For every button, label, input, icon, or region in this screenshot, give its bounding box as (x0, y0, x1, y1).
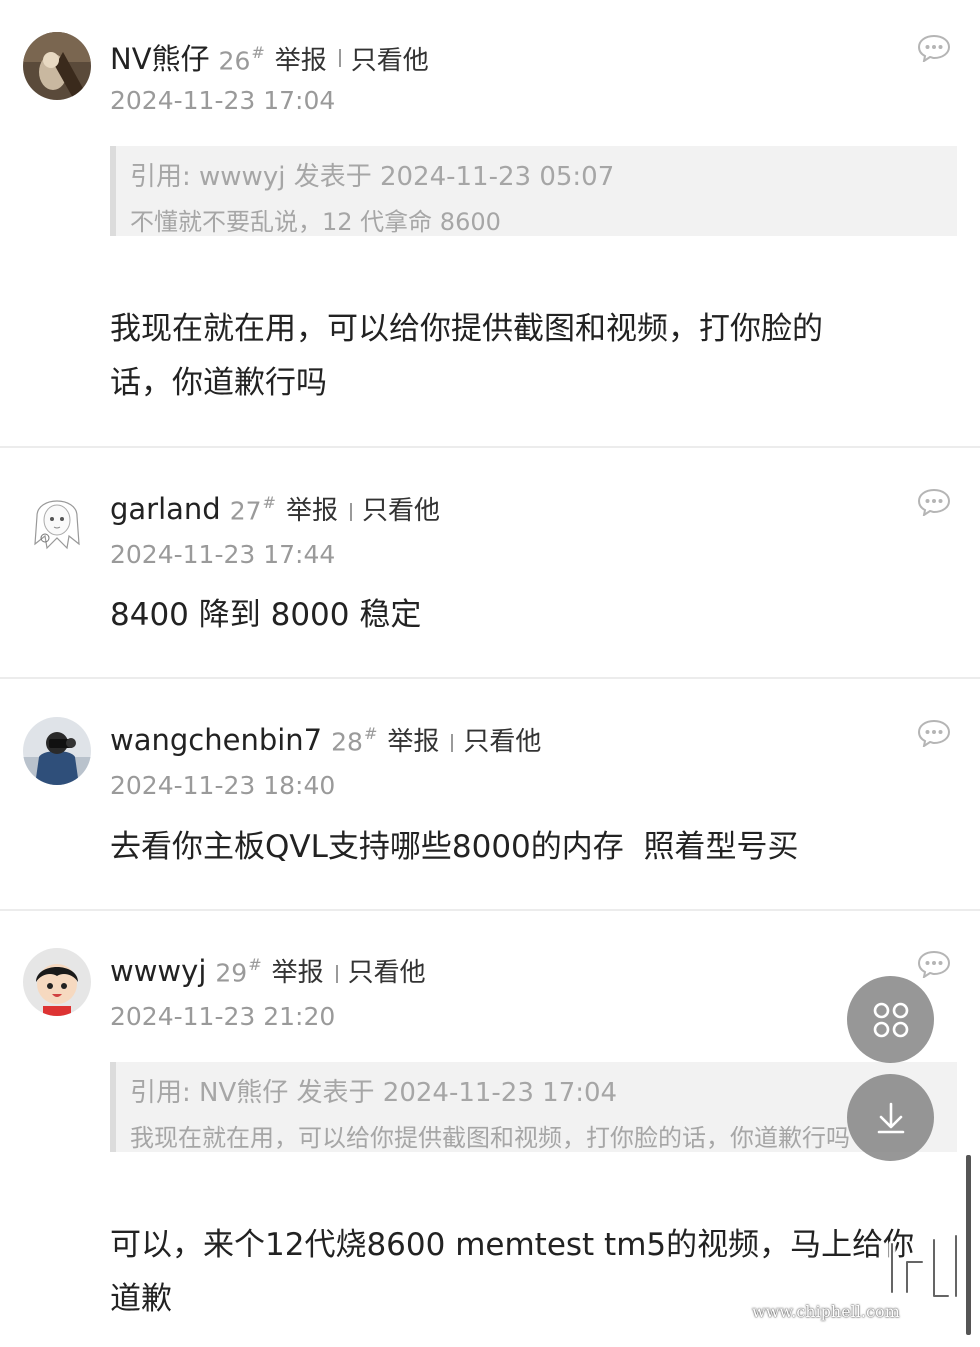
report-link[interactable]: 举报 (275, 40, 327, 77)
username[interactable]: garland (110, 492, 221, 526)
report-link[interactable]: 举报 (272, 952, 324, 989)
post-divider (0, 446, 980, 448)
post-header: wangchenbin7 28# 举报 只看他 (110, 721, 541, 761)
only-view-link[interactable]: 只看他 (351, 40, 429, 77)
content-line: 8400 降到 8000 稳定 (110, 597, 422, 633)
only-view-link[interactable]: 只看他 (348, 952, 426, 989)
avatar[interactable] (23, 948, 91, 1016)
username[interactable]: wangchenbin7 (110, 723, 322, 757)
floor-number: 27# (229, 492, 276, 525)
only-view-link[interactable]: 只看他 (362, 490, 440, 527)
post-time: 2024-11-23 21:20 (110, 1002, 336, 1031)
comment-bubble-icon[interactable] (917, 950, 951, 978)
comment-bubble-icon[interactable] (917, 488, 951, 516)
post-time: 2024-11-23 18:40 (110, 771, 336, 800)
post-header: garland 27# 举报 只看他 (110, 490, 440, 530)
divider (349, 503, 352, 521)
quote-text: 我现在就在用，可以给你提供截图和视频，打你脸的话，你道歉行吗 (130, 1124, 850, 1152)
post-content: 我现在就在用，可以给你提供截图和视频，打你脸的 话，你道歉行吗 (110, 302, 920, 410)
arrow-down-icon (877, 1102, 904, 1133)
divider (451, 734, 454, 752)
post-header: wwwyj 29# 举报 只看他 (110, 952, 426, 992)
avatar[interactable] (23, 32, 91, 100)
floor-number: 26# (218, 42, 265, 75)
post-content: 去看你主板QVL支持哪些8000的内存 照着型号买 (110, 820, 920, 874)
quote-text: 不懂就不要乱说，12 代拿命 8600 (130, 208, 501, 236)
divider (335, 965, 338, 983)
username[interactable]: NV熊仔 (110, 36, 210, 78)
avatar-image (23, 717, 91, 785)
comment-bubble-icon[interactable] (917, 34, 951, 62)
floor-number: 28# (331, 723, 378, 756)
avatar-image (23, 32, 91, 100)
avatar-image (23, 948, 91, 1016)
menu-fab-button[interactable] (847, 976, 934, 1063)
username[interactable]: wwwyj (110, 954, 206, 988)
avatar[interactable] (23, 486, 91, 554)
comment-bubble-icon[interactable] (917, 719, 951, 747)
floor-number: 29# (215, 954, 262, 987)
post-header: NV熊仔 26# 举报 只看他 (110, 36, 429, 76)
chiphell-logo-icon (888, 1232, 960, 1300)
post-divider (0, 909, 980, 911)
quote-header: 引用: wwwyj 发表于 2024-11-23 05:07 (130, 162, 615, 192)
quote-block: 引用: NV熊仔 发表于 2024-11-23 17:04 我现在就在用，可以给… (110, 1062, 957, 1152)
post-time: 2024-11-23 17:44 (110, 540, 336, 569)
avatar[interactable] (23, 717, 91, 785)
report-link[interactable]: 举报 (286, 490, 338, 527)
grid-menu-icon (873, 1002, 908, 1037)
post-content: 8400 降到 8000 稳定 (110, 588, 920, 642)
quote-header: 引用: NV熊仔 发表于 2024-11-23 17:04 (130, 1078, 618, 1108)
download-fab-button[interactable] (847, 1074, 934, 1161)
avatar-image (23, 486, 91, 554)
post-time: 2024-11-23 17:04 (110, 86, 336, 115)
chiphell-watermark: www.chiphell.com (752, 1232, 967, 1332)
watermark-text: www.chiphell.com (752, 1302, 900, 1321)
content-line: 话，你道歉行吗 (110, 365, 327, 401)
content-line: 我现在就在用，可以给你提供截图和视频，打你脸的 (110, 311, 823, 347)
quote-block: 引用: wwwyj 发表于 2024-11-23 05:07 不懂就不要乱说，1… (110, 146, 957, 236)
post-divider (0, 677, 980, 679)
report-link[interactable]: 举报 (387, 721, 439, 758)
divider (338, 49, 341, 67)
only-view-link[interactable]: 只看他 (463, 721, 541, 758)
content-line: 去看你主板QVL支持哪些8000的内存 照着型号买 (110, 829, 799, 865)
